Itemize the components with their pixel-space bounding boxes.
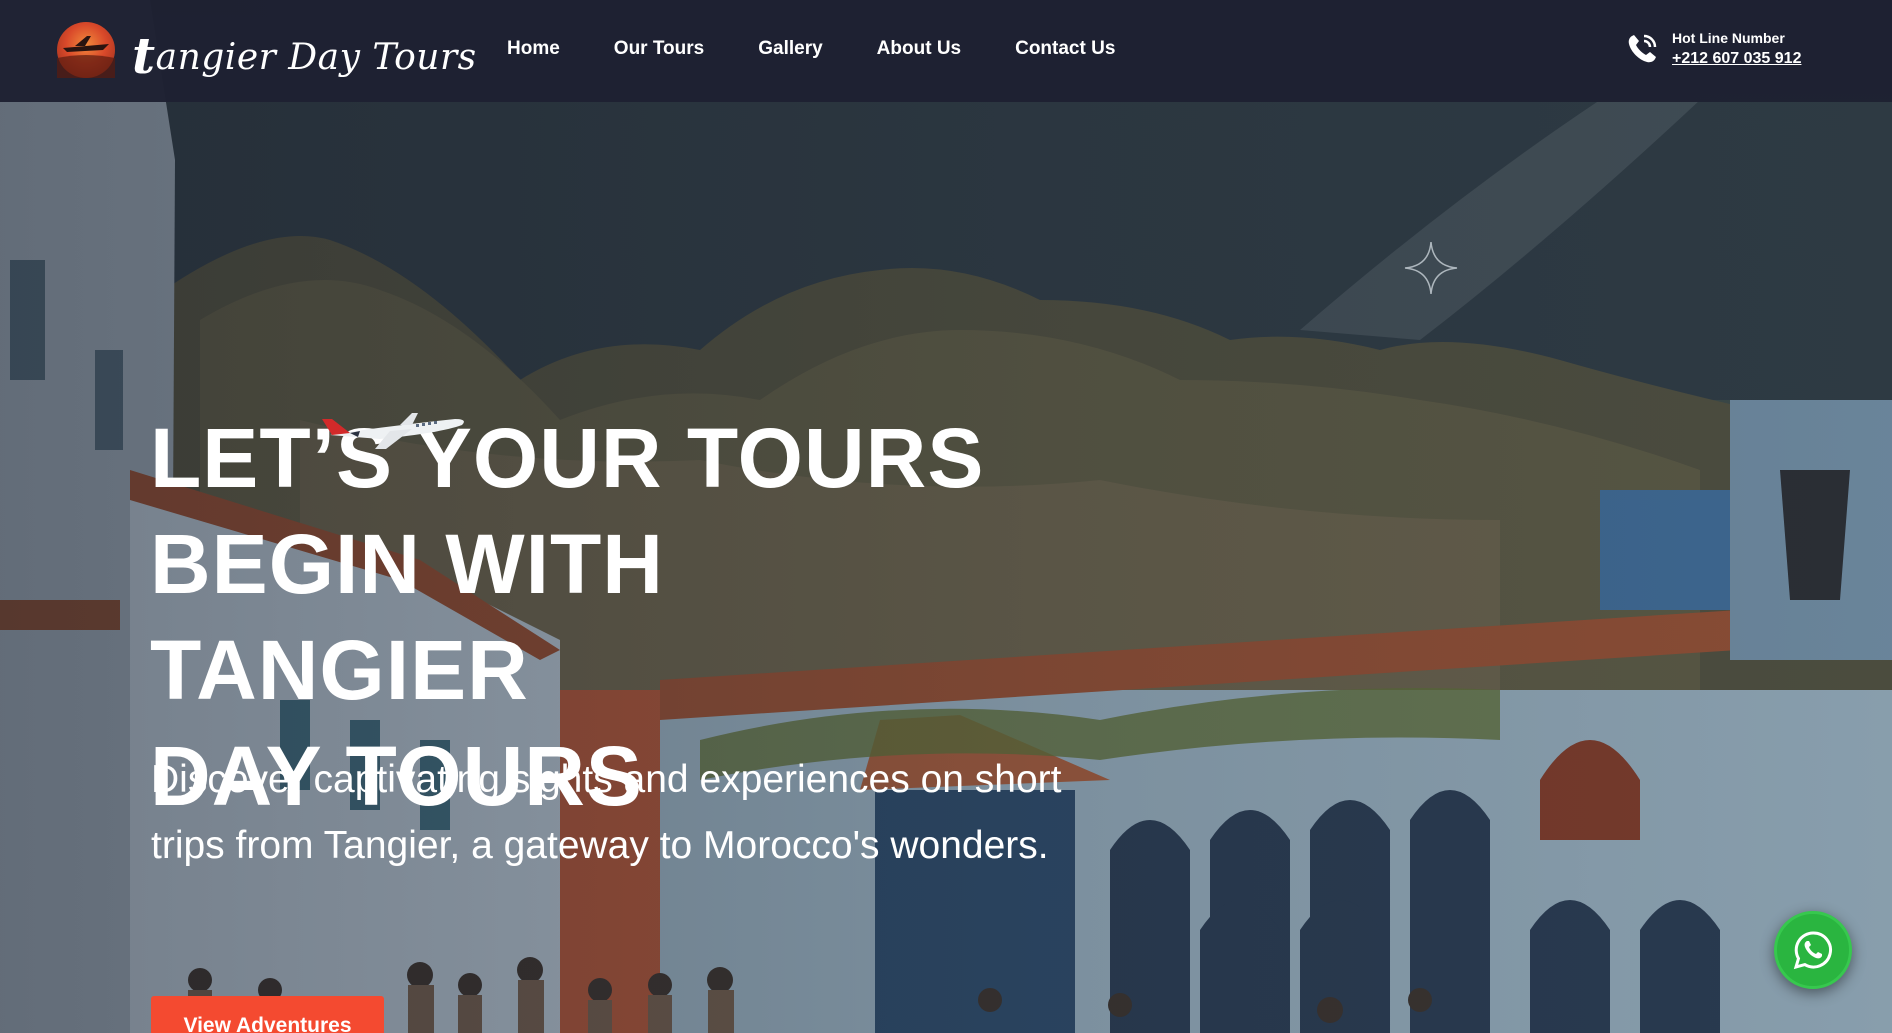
- nav-about-us[interactable]: About Us: [877, 38, 961, 60]
- nav-contact-us[interactable]: Contact Us: [1015, 38, 1115, 60]
- airplane-icon: [322, 413, 464, 449]
- hotline-label: Hot Line Number: [1672, 30, 1785, 46]
- logo-text[interactable]: tangier Day Tours: [132, 22, 477, 85]
- hero-subtitle: Discover captivating sights and experien…: [151, 758, 1062, 867]
- hero-headline-line-2: BEGIN WITH TANGIER: [150, 517, 664, 717]
- site-header: tangier Day Tours Home Our Tours Gallery…: [0, 0, 1892, 102]
- nav-gallery[interactable]: Gallery: [758, 38, 822, 60]
- hotline: Hot Line Number +212 607 035 912: [1625, 28, 1825, 72]
- logo-badge[interactable]: [57, 22, 115, 78]
- nav-our-tours[interactable]: Our Tours: [614, 38, 704, 60]
- phone-icon: [1628, 34, 1657, 63]
- hotline-number-link[interactable]: +212 607 035 912: [1672, 50, 1801, 68]
- nav-home[interactable]: Home: [507, 38, 560, 60]
- whatsapp-icon: [1793, 931, 1832, 970]
- hero-headline-line-1: LET’S YOUR TOURS: [150, 411, 985, 505]
- main-nav: Home Our Tours Gallery About Us Contact …: [507, 38, 1169, 60]
- whatsapp-button[interactable]: [1774, 911, 1852, 989]
- logo-name: angier Day Tours: [155, 37, 477, 78]
- view-adventures-button[interactable]: View Adventures: [151, 996, 384, 1033]
- sparkle-icon: [1404, 241, 1458, 295]
- logo-initial: t: [132, 26, 156, 85]
